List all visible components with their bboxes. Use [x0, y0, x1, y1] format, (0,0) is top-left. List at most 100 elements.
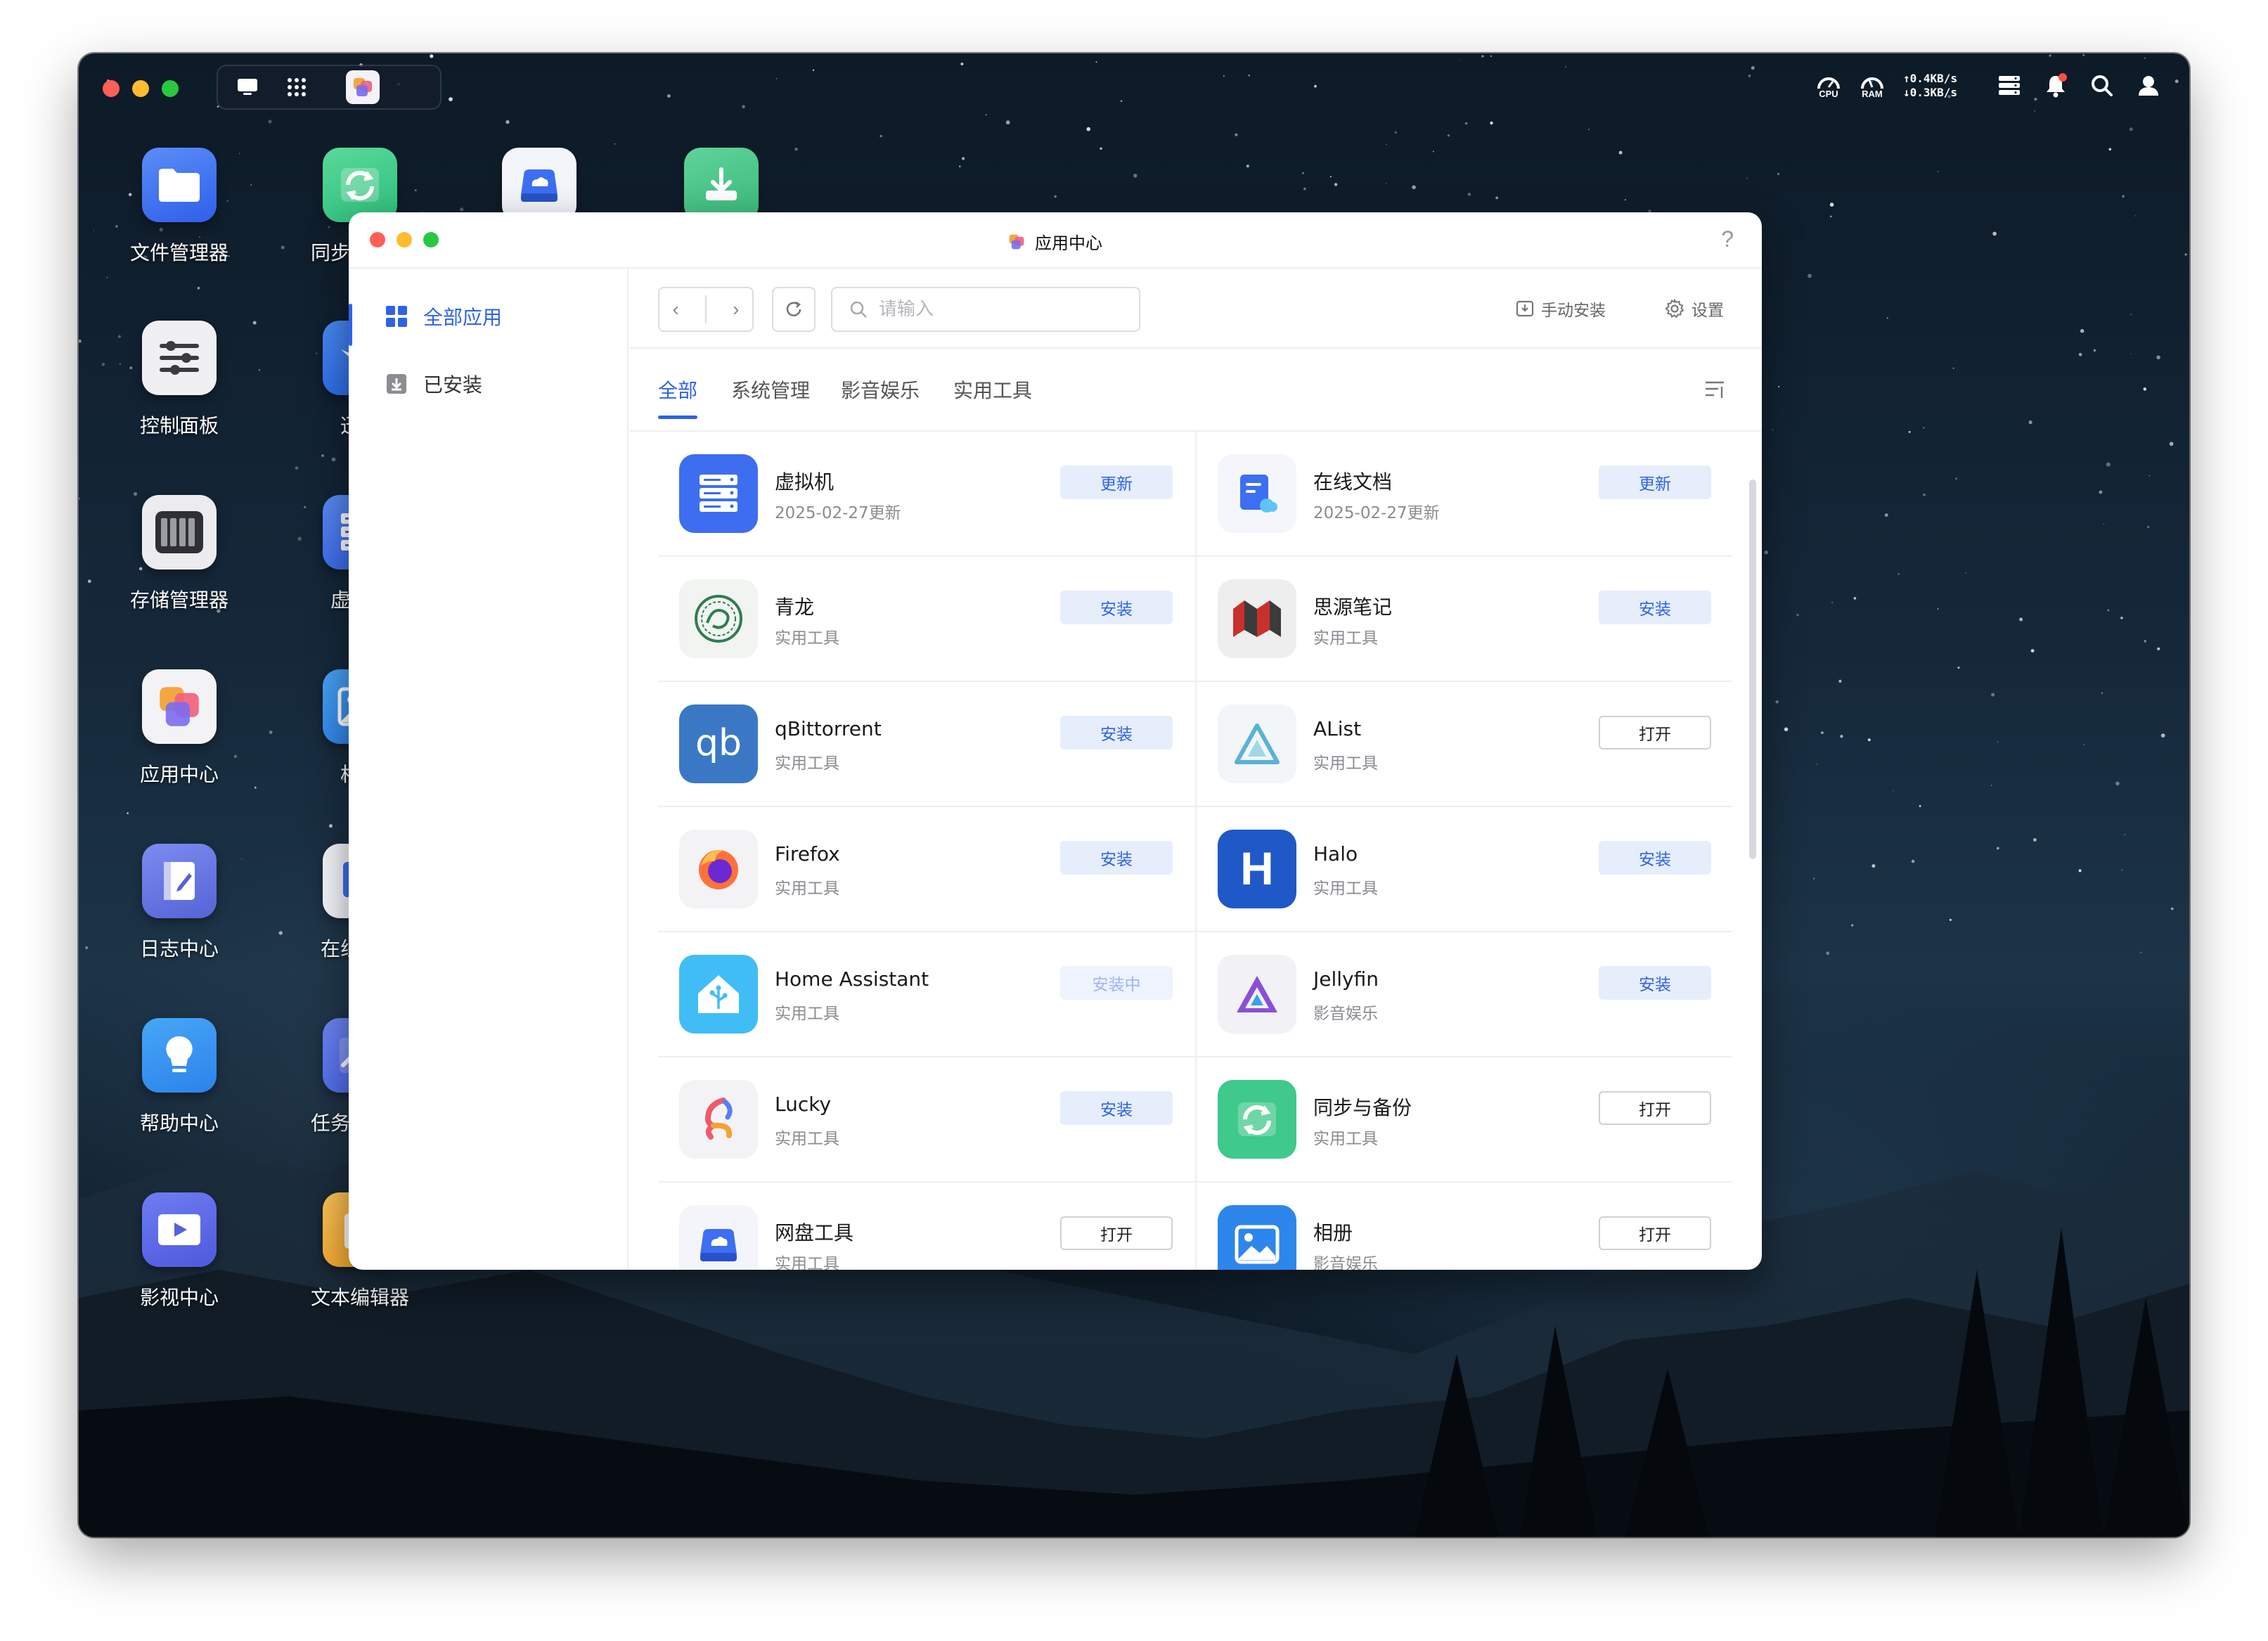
app-card[interactable]: 同步与备份 实用工具 打开: [1197, 1057, 1734, 1183]
server-icon: [679, 454, 758, 533]
sidebar-item-installed[interactable]: 已安装: [349, 350, 627, 418]
desktop-shortcut[interactable]: 日志中心: [102, 844, 257, 962]
tab-media[interactable]: 影音娱乐: [841, 375, 920, 404]
app-name: Lucky: [775, 1093, 832, 1116]
cpu-gauge[interactable]: CPU: [1816, 73, 1841, 98]
search-icon: [850, 301, 867, 318]
app-card[interactable]: AList 实用工具 打开: [1197, 682, 1734, 807]
app-action-button[interactable]: 打开: [1599, 1216, 1711, 1250]
app-action-button[interactable]: 安装: [1060, 1091, 1173, 1125]
app-card[interactable]: 思源笔记 实用工具 安装: [1197, 557, 1734, 682]
svg-text:qb: qb: [695, 723, 742, 764]
cloud-drive-icon: [502, 148, 576, 222]
folder-icon: [142, 148, 217, 222]
notification-dot: [2058, 73, 2067, 82]
desktop-shortcut[interactable]: 存储管理器: [102, 495, 257, 613]
desktop-shortcut-label: 存储管理器: [129, 588, 228, 612]
app-name: 青龙: [775, 596, 815, 619]
app-name: 同步与备份: [1313, 1096, 1412, 1119]
app-launcher-icon[interactable]: [283, 73, 311, 101]
minimize-icon[interactable]: [132, 80, 149, 97]
app-card[interactable]: 青龙 实用工具 安装: [658, 557, 1195, 682]
app-name: AList: [1313, 717, 1362, 740]
ram-label: RAM: [1862, 89, 1883, 99]
notification-bell-icon[interactable]: [2042, 72, 2070, 100]
app-action-button[interactable]: 更新: [1599, 465, 1711, 499]
user-icon[interactable]: [2134, 72, 2163, 100]
app-card[interactable]: Firefox 实用工具 安装: [658, 807, 1195, 932]
scrollbar[interactable]: [1749, 480, 1756, 859]
app-action-button[interactable]: 安装中: [1060, 966, 1173, 1000]
tab-system[interactable]: 系统管理: [731, 375, 810, 404]
taskbar-app-center-icon[interactable]: [346, 70, 380, 104]
app-center-icon: [142, 669, 217, 744]
app-subtitle: 实用工具: [775, 1130, 839, 1148]
manual-install-icon: [1516, 300, 1534, 317]
app-action-button[interactable]: 安装: [1060, 716, 1173, 749]
maximize-icon[interactable]: [162, 80, 179, 97]
desktop-shortcut-label: 应用中心: [139, 763, 219, 786]
refresh-button[interactable]: [772, 287, 816, 332]
widgets-icon[interactable]: [1995, 72, 2023, 100]
app-action-button[interactable]: 更新: [1060, 465, 1173, 499]
back-chevron-icon[interactable]: ‹: [673, 298, 679, 321]
desktop-shortcut[interactable]: 文件管理器: [102, 148, 257, 266]
desktop-shortcut[interactable]: 帮助中心: [102, 1018, 257, 1136]
app-name: qBittorrent: [775, 717, 882, 740]
app-card[interactable]: 网盘工具 实用工具 打开: [658, 1183, 1195, 1270]
desktop-shortcut[interactable]: 控制面板: [102, 321, 257, 439]
desktop-traffic-lights: [103, 80, 179, 97]
app-action-button[interactable]: 安装: [1599, 841, 1711, 875]
network-speed[interactable]: ↑0.4KB/s ↓0.3KB/s: [1903, 72, 1957, 100]
app-name: 在线文档: [1313, 470, 1393, 494]
sort-filter-icon[interactable]: [1704, 380, 1725, 403]
main-panel: ‹ › 手动安装 设置 全部 系统管理 影音娱乐: [630, 269, 1762, 1270]
sync-icon: [1218, 1080, 1296, 1159]
desktop-shortcut-label: 控制面板: [139, 414, 219, 437]
gear-icon: [1665, 299, 1684, 318]
home-assistant-icon: [679, 955, 758, 1034]
doc-icon: [1218, 454, 1296, 533]
ram-gauge[interactable]: RAM: [1860, 73, 1885, 98]
app-subtitle: 影音娱乐: [1313, 1255, 1378, 1270]
app-center-logo-icon: [1009, 234, 1024, 249]
app-card[interactable]: 虚拟机 2025-02-27更新 更新: [658, 432, 1195, 557]
app-action-button[interactable]: 打开: [1599, 716, 1711, 749]
app-action-button[interactable]: 打开: [1599, 1091, 1711, 1125]
app-name: Home Assistant: [775, 967, 929, 991]
search-box: [831, 287, 1140, 332]
system-tray: CPU RAM ↑0.4KB/s ↓0.3KB/s: [1816, 72, 2163, 100]
app-action-button[interactable]: 安装: [1599, 966, 1711, 1000]
app-action-button[interactable]: 安装: [1599, 591, 1711, 624]
search-icon[interactable]: [2088, 72, 2116, 100]
app-action-button[interactable]: 打开: [1060, 1216, 1173, 1250]
app-action-button[interactable]: 安装: [1060, 841, 1173, 875]
help-button[interactable]: ?: [1721, 226, 1734, 252]
tab-utilities[interactable]: 实用工具: [953, 375, 1032, 404]
app-card[interactable]: Lucky 实用工具 安装: [658, 1057, 1195, 1183]
app-subtitle: 实用工具: [1313, 1130, 1378, 1148]
app-subtitle: 实用工具: [775, 1255, 839, 1270]
sidebar-item-all-apps[interactable]: 全部应用: [349, 283, 627, 350]
app-card[interactable]: qb qBittorrent 实用工具 安装: [658, 682, 1195, 807]
search-input[interactable]: [879, 299, 1118, 320]
installed-icon: [387, 374, 406, 394]
app-card[interactable]: 相册 影音娱乐 打开: [1197, 1183, 1734, 1270]
app-name: Halo: [1313, 842, 1358, 865]
app-card[interactable]: 在线文档 2025-02-27更新 更新: [1197, 432, 1734, 557]
desktop-shortcut[interactable]: 应用中心: [102, 669, 257, 787]
desktop-shortcut[interactable]: 影视中心: [102, 1192, 257, 1311]
forward-chevron-icon[interactable]: ›: [733, 298, 739, 321]
app-name: 虚拟机: [775, 470, 835, 494]
close-icon[interactable]: [103, 80, 120, 97]
app-card[interactable]: Jellyfin 影音娱乐 安装: [1197, 932, 1734, 1057]
settings-button[interactable]: 设置: [1665, 297, 1724, 321]
show-desktop-icon[interactable]: [233, 73, 262, 101]
app-action-button[interactable]: 安装: [1060, 591, 1173, 624]
app-card[interactable]: H Halo 实用工具 安装: [1197, 807, 1734, 932]
app-row: qb qBittorrent 实用工具 安装 AList 实用工具 打开: [658, 682, 1732, 807]
video-icon: [142, 1192, 217, 1267]
tab-all[interactable]: 全部: [658, 375, 698, 419]
manual-install-button[interactable]: 手动安装: [1516, 297, 1606, 321]
app-card[interactable]: Home Assistant 实用工具 安装中: [658, 932, 1195, 1057]
